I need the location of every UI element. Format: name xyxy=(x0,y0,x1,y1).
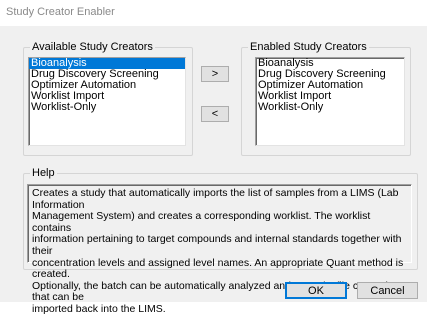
cancel-button[interactable]: Cancel xyxy=(357,282,418,299)
help-group-label: Help xyxy=(30,166,57,180)
available-list[interactable]: Bioanalysis Drug Discovery Screening Opt… xyxy=(28,57,186,146)
remove-button[interactable]: < xyxy=(201,106,229,122)
list-item[interactable]: Worklist-Only xyxy=(29,102,185,113)
available-group: Available Study Creators Bioanalysis Dru… xyxy=(23,40,193,156)
window-title: Study Creator Enabler xyxy=(6,6,115,18)
ok-button[interactable]: OK xyxy=(285,282,347,299)
dialog-body: Available Study Creators Bioanalysis Dru… xyxy=(0,26,427,315)
enabled-group-label: Enabled Study Creators xyxy=(248,40,369,54)
help-text: Creates a study that automatically impor… xyxy=(27,184,412,315)
enabled-list[interactable]: Bioanalysis Drug Discovery Screening Opt… xyxy=(255,57,405,146)
list-item[interactable]: Worklist-Only xyxy=(256,102,404,113)
help-group: Help Creates a study that automatically … xyxy=(23,166,418,315)
enabled-group: Enabled Study Creators Bioanalysis Drug … xyxy=(241,40,411,156)
add-button[interactable]: > xyxy=(201,66,229,82)
available-group-label: Available Study Creators xyxy=(30,40,155,54)
